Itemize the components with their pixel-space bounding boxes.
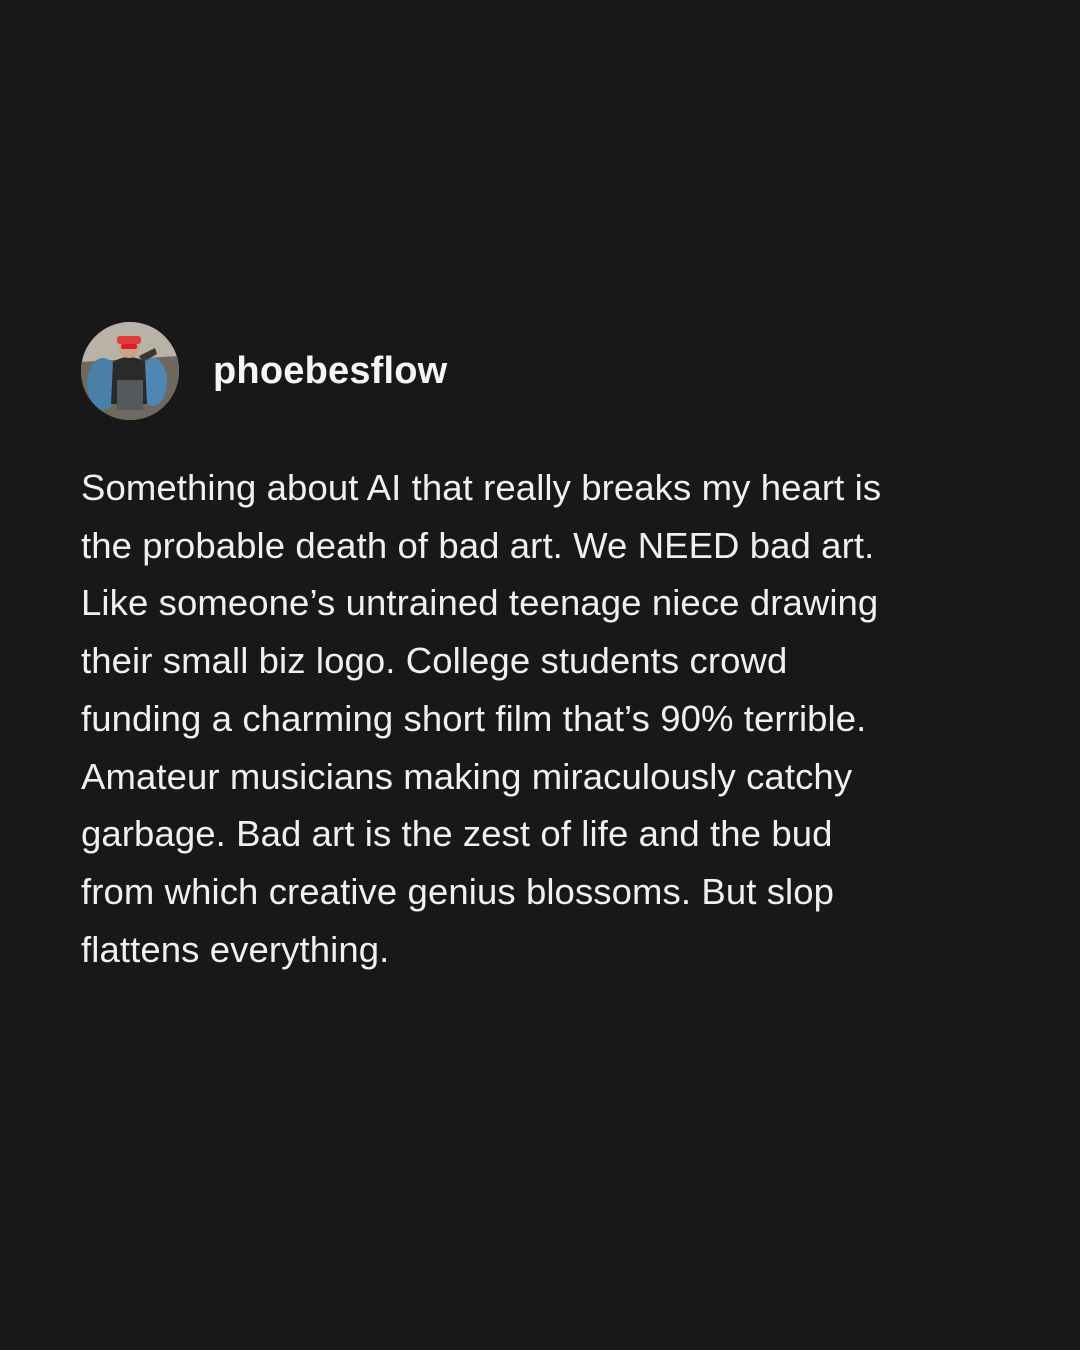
post-text-line: garbage. Bad art is the zest of life and… xyxy=(81,813,833,855)
post-text-line: funding a charming short film that’s 90%… xyxy=(81,697,867,739)
post-text-line: their small biz logo. College students c… xyxy=(81,640,788,682)
page: { "post": { "username": "phoebesflow", "… xyxy=(0,0,1080,1350)
post-text-line: from which creative genius blossoms. But… xyxy=(81,870,835,912)
post-text-line: the probable death of bad art. We NEED b… xyxy=(81,524,875,566)
post-text-line: Like someone’s untrained teenage niece d… xyxy=(81,582,879,624)
post-card: phoebesflow Something about AI that real… xyxy=(81,321,1011,978)
post-header: phoebesflow xyxy=(81,321,1011,421)
post-text: Something about AI that really breaks my… xyxy=(81,459,1011,978)
profile-photo-icon xyxy=(81,322,179,420)
avatar[interactable] xyxy=(81,322,179,420)
username[interactable]: phoebesflow xyxy=(213,350,447,393)
post-text-line: Something about AI that really breaks my… xyxy=(81,467,882,508)
post-text-line: Amateur musicians making miraculously ca… xyxy=(81,755,853,797)
post-text-line: flattens everything. xyxy=(81,928,390,970)
